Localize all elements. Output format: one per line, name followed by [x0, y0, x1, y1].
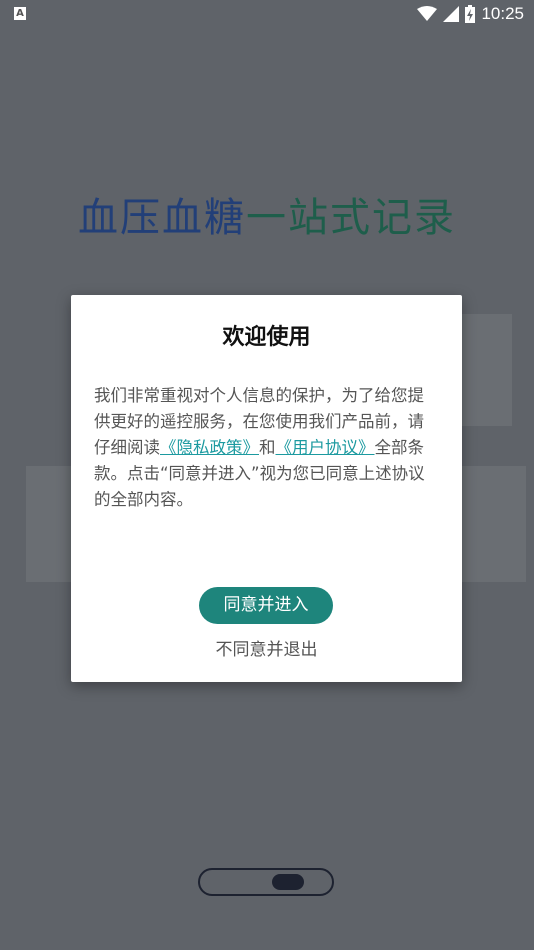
- signal-icon: [443, 6, 460, 22]
- wifi-icon: [417, 6, 438, 21]
- privacy-dialog: 欢迎使用 我们非常重视对个人信息的保护，为了给您提供更好的遥控服务，在您使用我们…: [71, 295, 462, 682]
- status-bar: A 10:25: [0, 0, 534, 28]
- reject-button[interactable]: 不同意并退出: [71, 635, 462, 660]
- status-icons: 10:25: [417, 3, 524, 25]
- privacy-policy-link[interactable]: 《隐私政策》: [160, 438, 259, 457]
- app-title: 血压血糖一站式记录: [0, 185, 534, 243]
- dialog-body-and: 和: [259, 438, 276, 457]
- app-title-part2: 一站式记录: [246, 195, 456, 241]
- app-title-part1: 血压血糖: [78, 195, 246, 241]
- notification-a-icon: A: [14, 7, 26, 20]
- agree-button[interactable]: 同意并进入: [199, 587, 333, 624]
- dialog-body: 我们非常重视对个人信息的保护，为了给您提供更好的遥控服务，在您使用我们产品前，请…: [94, 383, 440, 513]
- status-time: 10:25: [481, 4, 524, 23]
- page-indicator-active-dot: [272, 874, 304, 890]
- page-indicator: [198, 868, 334, 896]
- user-agreement-link[interactable]: 《用户协议》: [276, 438, 375, 457]
- battery-icon: [465, 5, 476, 23]
- dialog-title: 欢迎使用: [222, 325, 311, 350]
